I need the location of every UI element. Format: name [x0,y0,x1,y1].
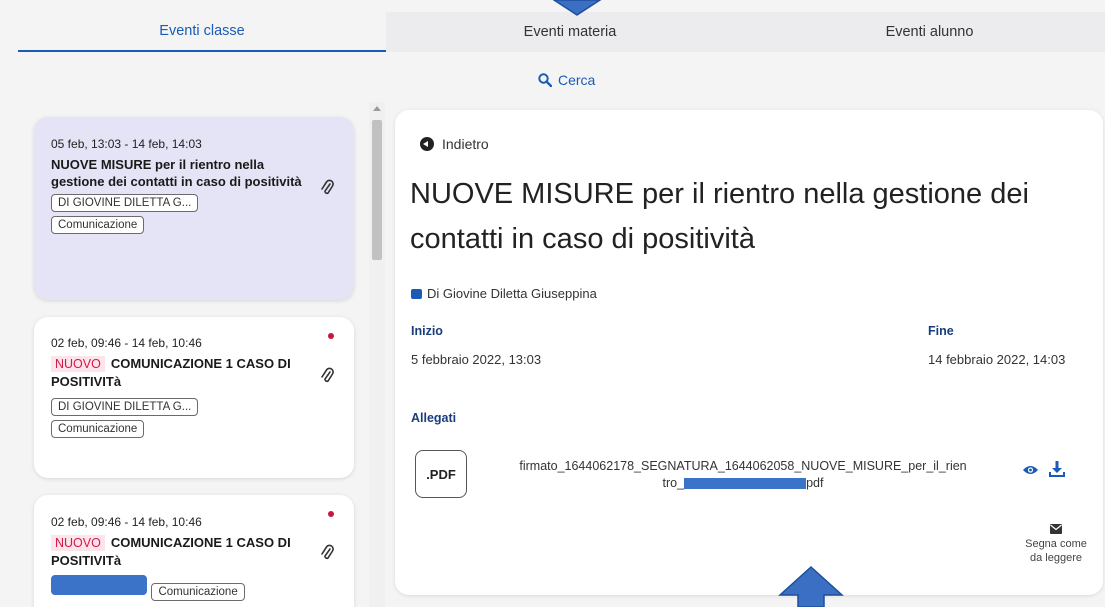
author-chip[interactable]: DI GIOVINE DILETTA G... [51,398,199,416]
eye-icon[interactable] [1022,464,1039,476]
end-label: Fine [928,324,954,338]
event-title: NUOVO COMUNICAZIONE 1 CASO DI POSITIVITà [51,355,311,390]
event-author: Di Giovine Diletta Giuseppina [411,286,597,301]
start-value: 5 febbraio 2022, 13:03 [411,352,542,367]
event-title: NUOVO COMUNICAZIONE 1 CASO DI POSITIVITà [51,534,311,569]
redaction-bar [684,478,807,490]
type-chip[interactable]: Comunicazione [151,583,245,601]
paperclip-icon [321,544,334,560]
event-date: 05 feb, 13:03 - 14 feb, 14:03 [51,137,202,151]
start-label: Inizio [411,324,443,338]
event-date: 02 feb, 09:46 - 14 feb, 10:46 [51,336,202,350]
attachment-filename-end: pdf [806,476,824,490]
scroll-up-arrow-icon[interactable] [373,106,381,111]
mark-read-line1: Segna come [1025,538,1087,550]
end-value: 14 febbraio 2022, 14:03 [928,352,1066,367]
scrollbar-thumb[interactable] [372,120,382,260]
new-badge: NUOVO [51,356,105,372]
author-chip[interactable]: DI GIOVINE DILETTA G... [51,194,199,212]
event-card[interactable]: 02 feb, 09:46 - 14 feb, 10:46 NUOVO COMUN… [34,317,354,478]
author-name: Di Giovine Diletta Giuseppina [427,286,597,301]
search-button[interactable]: Cerca [538,72,595,88]
unread-dot [328,333,334,339]
back-button[interactable]: Indietro [420,136,489,152]
download-icon[interactable] [1049,460,1065,478]
event-date: 02 feb, 09:46 - 14 feb, 10:46 [51,515,202,529]
tab-bar: Eventi classe Eventi materia Eventi alun… [18,12,1105,52]
type-chip[interactable]: Comunicazione [51,420,145,438]
unread-dot [328,511,334,517]
event-detail-panel: Indietro NUOVE MISURE per il rientro nel… [395,110,1103,595]
teacher-icon [411,288,422,299]
annotation-arrow-down-icon [552,0,602,16]
type-chip[interactable]: Comunicazione [51,216,145,234]
search-icon [538,73,552,87]
attachment-filename[interactable]: firmato_1644062178_SEGNATURA_1644062058_… [473,458,1013,492]
annotation-arrow-up-icon [778,565,844,607]
pdf-file-icon[interactable]: .PDF [415,450,467,498]
redacted-author-chip [51,575,147,595]
attachment-filename-line1: firmato_1644062178_SEGNATURA_1644062058_… [519,459,967,473]
attachment-filename-start: tro_ [662,476,685,490]
list-scrollbar[interactable] [369,102,385,607]
event-detail-title: NUOVE MISURE per il rientro nella gestio… [410,178,1029,255]
event-card[interactable]: 05 feb, 13:03 - 14 feb, 14:03 NUOVE MISU… [34,117,354,300]
back-label: Indietro [442,136,489,152]
tab-eventi-materia[interactable]: Eventi materia [386,12,754,52]
event-title: NUOVE MISURE per il rientro nella gestio… [51,157,302,189]
tab-eventi-alunno[interactable]: Eventi alunno [754,12,1105,52]
search-label: Cerca [558,72,596,88]
attachments-label: Allegati [411,411,457,425]
envelope-icon [1050,524,1062,534]
mark-read-line2: da leggere [1030,552,1082,564]
event-card[interactable]: 02 feb, 09:46 - 14 feb, 10:46 NUOVO COMUN… [34,495,354,607]
tab-eventi-classe[interactable]: Eventi classe [18,12,386,52]
new-badge: NUOVO [51,535,105,551]
back-arrow-icon [420,137,434,151]
paperclip-icon [321,179,334,195]
attachment-filename-line2: tro_ pdf [473,475,1013,492]
mark-as-unread-button[interactable]: Segna come da leggere [1016,524,1096,565]
paperclip-icon [321,367,334,383]
